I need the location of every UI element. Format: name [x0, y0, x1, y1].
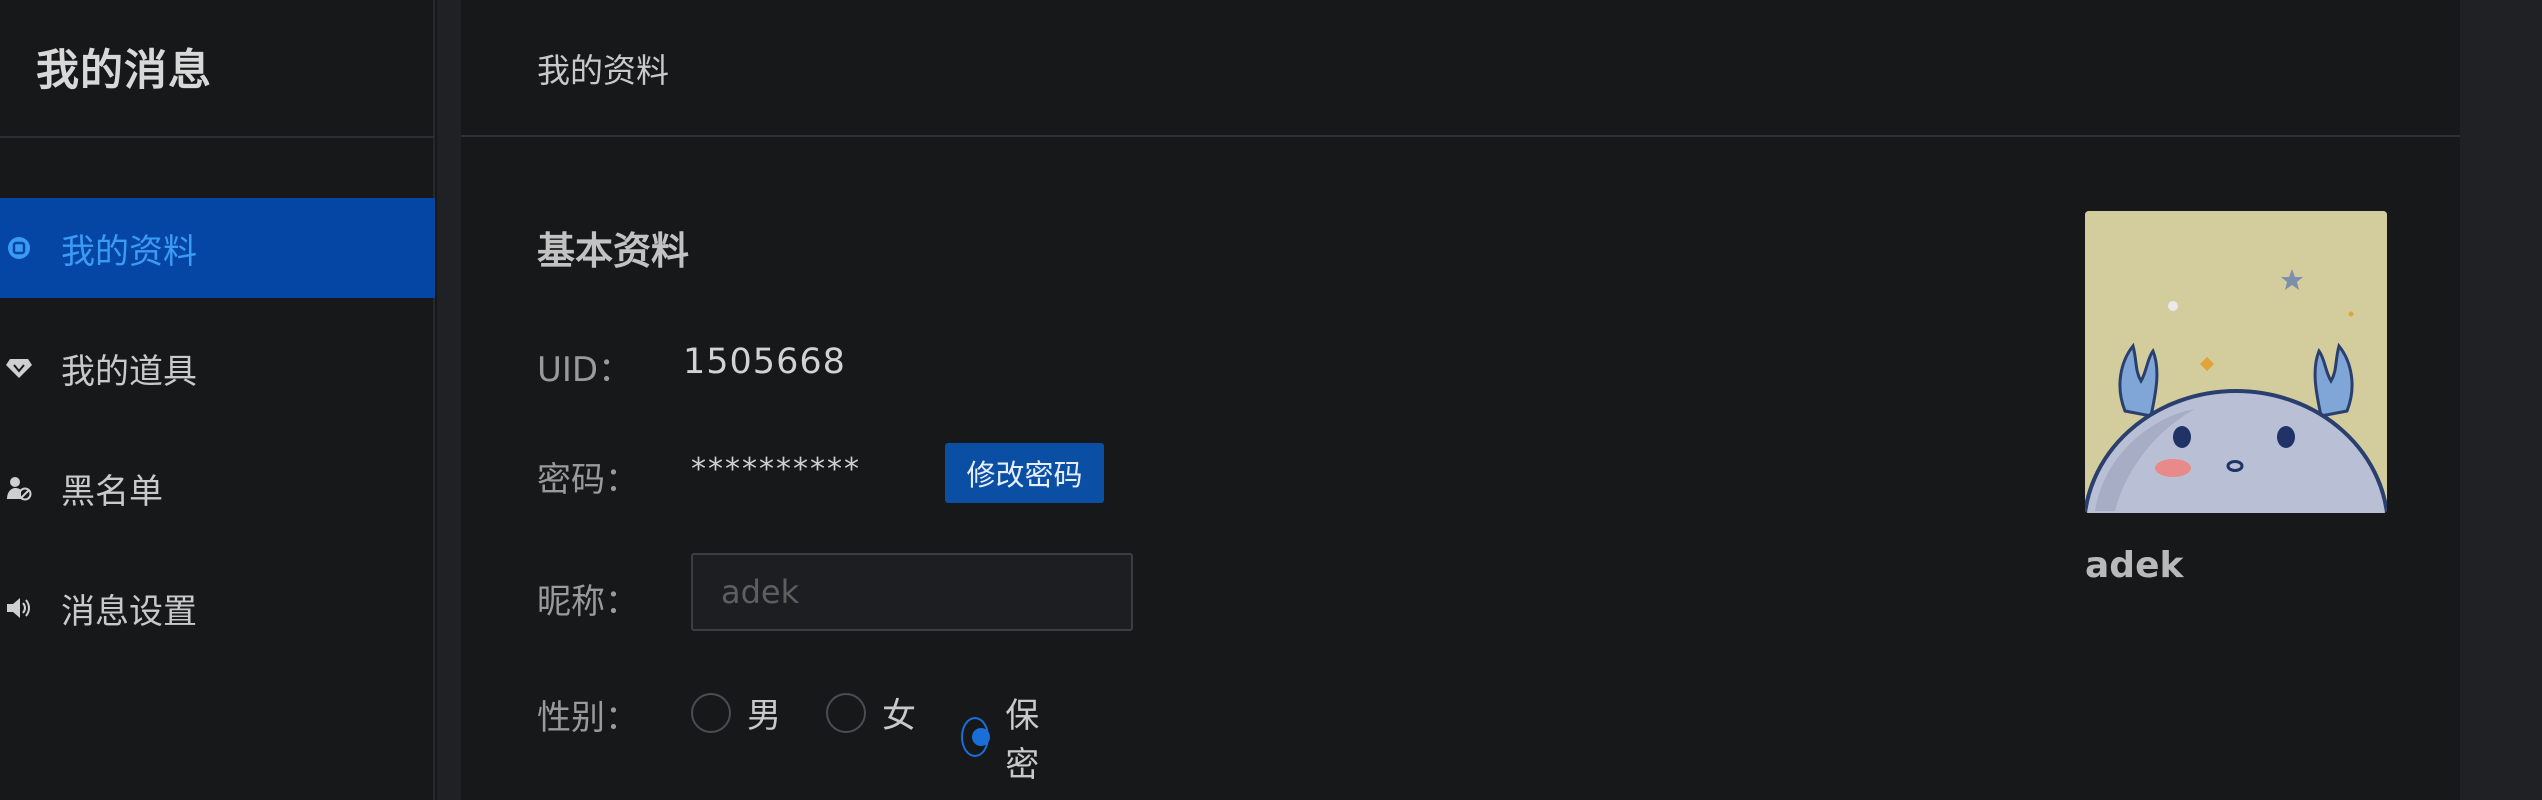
diamond-icon — [6, 355, 32, 381]
password-label: 密码： — [537, 460, 639, 500]
right-edge-strip — [2460, 0, 2542, 800]
radio-circle[interactable] — [826, 692, 866, 733]
sidebar-title: 我的消息 — [36, 46, 212, 96]
radio-label: 保密 — [1005, 696, 1040, 785]
main-header: 我的资料 — [461, 0, 2460, 137]
password-value: ********** — [691, 452, 861, 487]
nickname-label: 昵称： — [537, 582, 639, 622]
sidebar-item-label: 黑名单 — [61, 471, 163, 512]
gender-radio-secret[interactable]: 保密 — [961, 688, 1051, 786]
sidebar-item-blacklist[interactable]: 黑名单 — [0, 438, 435, 538]
radio-label: 男 — [747, 696, 781, 736]
sidebar: 我的消息 我的资料 我的道具 黑名单 消息设置 — [0, 0, 435, 800]
sidebar-divider — [0, 136, 435, 138]
sidebar-item-my-items[interactable]: 我的道具 — [0, 318, 435, 418]
gender-radio-male[interactable]: 男 — [691, 688, 781, 737]
sidebar-item-label: 我的道具 — [61, 351, 197, 392]
radio-circle[interactable] — [691, 692, 731, 733]
page-title: 我的资料 — [537, 51, 669, 90]
change-password-button[interactable]: 修改密码 — [945, 443, 1104, 503]
panel-separator — [437, 0, 461, 800]
gender-radio-female[interactable]: 女 — [826, 688, 916, 737]
uid-value: 1505668 — [683, 342, 846, 382]
block-user-icon — [6, 475, 32, 501]
sidebar-item-message-settings[interactable]: 消息设置 — [0, 558, 435, 658]
profile-icon — [6, 235, 32, 261]
uid-label: UID： — [537, 350, 633, 390]
gender-label: 性别： — [537, 698, 639, 738]
sidebar-item-label: 我的资料 — [61, 231, 197, 272]
avatar[interactable] — [2085, 211, 2387, 513]
sidebar-item-label: 消息设置 — [61, 591, 197, 632]
section-title: 基本资料 — [537, 229, 690, 273]
radio-circle[interactable] — [961, 717, 991, 757]
radio-label: 女 — [882, 696, 916, 736]
speaker-icon — [6, 595, 32, 621]
username: adek — [2085, 545, 2184, 586]
sidebar-item-my-profile[interactable]: 我的资料 — [0, 198, 435, 298]
nickname-input[interactable] — [691, 553, 1133, 631]
